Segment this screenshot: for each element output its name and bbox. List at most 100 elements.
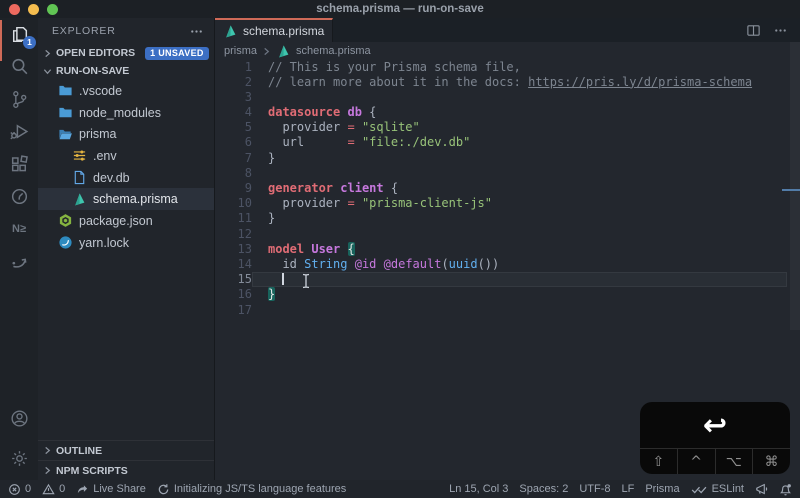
- workspace-root-label: RUN-ON-SAVE: [56, 65, 130, 77]
- search-icon: [9, 56, 30, 77]
- file-row-dev.db[interactable]: dev.db: [38, 167, 214, 189]
- file-label: node_modules: [79, 105, 162, 120]
- file-row-.env[interactable]: .env: [38, 145, 214, 167]
- line-number: 11: [237, 211, 252, 226]
- outline-section[interactable]: OUTLINE: [38, 440, 214, 460]
- prisma-icon: [223, 24, 238, 39]
- file-row-yarn.lock[interactable]: yarn.lock: [38, 232, 214, 254]
- breadcrumb: prisma schema.prisma: [215, 42, 800, 60]
- text-cursor: [282, 273, 285, 286]
- editor-scrollbar[interactable]: [790, 42, 800, 330]
- file-row-node_modules[interactable]: node_modules: [38, 102, 214, 124]
- activity-item-redo-tool[interactable]: [0, 246, 38, 279]
- line-number: 14: [237, 256, 252, 271]
- minimize-window-button[interactable]: [28, 4, 39, 15]
- activity-item-account[interactable]: [0, 398, 38, 438]
- gear-icon: [9, 448, 30, 469]
- status-indentation[interactable]: Spaces: 2: [519, 483, 568, 495]
- status-label: Prisma: [645, 483, 680, 495]
- activity-item-search[interactable]: [0, 51, 38, 84]
- status-label: Ln 15, Col 3: [449, 483, 509, 495]
- activity-item-explorer[interactable]: 1: [0, 18, 38, 51]
- status-cursor-position[interactable]: Ln 15, Col 3: [449, 483, 508, 495]
- status-live-share[interactable]: Live Share: [76, 483, 146, 496]
- file-label: schema.prisma: [93, 192, 178, 207]
- code-line-17[interactable]: 17: [215, 303, 800, 318]
- line-number: 9: [244, 181, 252, 195]
- close-window-button[interactable]: [9, 4, 20, 15]
- status-eslint[interactable]: ESLint: [691, 483, 744, 495]
- code-line-4[interactable]: 4 datasource db {: [215, 105, 800, 120]
- code-line-13[interactable]: 13 model User {: [215, 241, 800, 257]
- tab-schema-prisma[interactable]: schema.prisma: [215, 18, 333, 42]
- file-label: prisma: [79, 127, 117, 142]
- return-key-symbol: ↩: [702, 408, 728, 442]
- code-line-6[interactable]: 6 url = "file:./dev.db": [215, 135, 800, 150]
- sync-icon: [157, 483, 170, 496]
- status-language-mode[interactable]: Prisma: [645, 483, 679, 495]
- status-notifications[interactable]: [779, 483, 792, 496]
- file-row-schema.prisma[interactable]: schema.prisma: [38, 188, 214, 211]
- code-line-11[interactable]: 11}: [215, 211, 800, 226]
- code-line-15[interactable]: 15: [215, 272, 800, 288]
- code-line-3[interactable]: 3: [215, 90, 800, 105]
- line-number: 3: [244, 89, 252, 104]
- activity-item-nx-console[interactable]: N≥: [0, 213, 38, 246]
- status-label: ESLint: [711, 483, 744, 495]
- code-text: url = "file:./dev.db": [268, 135, 471, 150]
- code-line-16[interactable]: 16}: [215, 287, 800, 302]
- window-controls: [9, 4, 58, 15]
- status-label: Spaces: 2: [519, 483, 569, 495]
- code-text: }: [268, 287, 276, 302]
- code-line-10[interactable]: 10 provider = "prisma-client-js": [215, 196, 800, 211]
- outline-label: OUTLINE: [56, 444, 103, 457]
- npm-scripts-section[interactable]: NPM SCRIPTS: [38, 460, 214, 480]
- status-bar: 0 0 Live Share Initializing JS/TS language …: [0, 480, 800, 498]
- explorer-more-actions-icon[interactable]: [189, 24, 204, 39]
- code-text: [268, 272, 285, 287]
- code-line-7[interactable]: 7}: [215, 151, 800, 166]
- file-row-package.json[interactable]: package.json: [38, 210, 214, 232]
- file-row-prisma[interactable]: prisma: [38, 123, 214, 145]
- keystroke-overlay: ↩ ⇧ ^ ⌥ ⌘: [640, 402, 790, 474]
- file-row-.vscode[interactable]: .vscode: [38, 80, 214, 102]
- code-text: model User {: [268, 241, 355, 256]
- status-init-status[interactable]: Initializing JS/TS language features: [157, 483, 346, 496]
- activity-bar: 1 N≥: [0, 18, 38, 480]
- code-line-9[interactable]: 9 generator client {: [215, 181, 800, 196]
- activity-item-timer[interactable]: [0, 181, 38, 214]
- db-file-icon: [72, 170, 87, 185]
- workspace-root-section[interactable]: RUN-ON-SAVE: [38, 62, 214, 80]
- editor-more-actions-icon[interactable]: [773, 23, 788, 38]
- chevron-down-icon: [43, 67, 52, 76]
- code-text: }: [268, 211, 276, 226]
- status-warnings[interactable]: 0: [42, 483, 65, 496]
- modifier-key-option: ⌥: [714, 449, 753, 474]
- status-encoding[interactable]: UTF-8: [579, 483, 610, 495]
- activity-item-settings[interactable]: [0, 438, 38, 478]
- code-line-5[interactable]: 5 provider = "sqlite": [215, 120, 800, 135]
- code-text: provider = "sqlite": [268, 120, 420, 135]
- split-editor-icon[interactable]: [746, 23, 761, 38]
- activity-item-run-debug[interactable]: [0, 116, 38, 149]
- file-label: package.json: [79, 213, 153, 228]
- account-icon: [9, 408, 30, 429]
- code-line-1[interactable]: 1 // This is your Prisma schema file,: [215, 60, 800, 75]
- code-line-2[interactable]: 2 // learn more about it in the docs: htt…: [215, 75, 800, 90]
- maximize-window-button[interactable]: [47, 4, 58, 15]
- activity-item-extensions[interactable]: [0, 148, 38, 181]
- breadcrumb-file[interactable]: schema.prisma: [296, 45, 371, 57]
- code-line-14[interactable]: 14 id String @id @default(uuid()): [215, 257, 800, 272]
- status-eol[interactable]: LF: [622, 483, 635, 495]
- breadcrumb-folder[interactable]: prisma: [224, 45, 257, 57]
- yarn-icon: [58, 235, 73, 250]
- line-number: 13: [237, 241, 252, 256]
- open-editors-section[interactable]: OPEN EDITORS 1 UNSAVED: [38, 44, 214, 62]
- status-feedback[interactable]: [755, 483, 768, 496]
- line-number: 6: [244, 135, 252, 150]
- code-line-12[interactable]: 12: [215, 227, 800, 242]
- line-number: 2: [244, 74, 252, 89]
- activity-item-source-control[interactable]: [0, 83, 38, 116]
- code-line-8[interactable]: 8: [215, 166, 800, 181]
- status-errors[interactable]: 0: [8, 483, 31, 496]
